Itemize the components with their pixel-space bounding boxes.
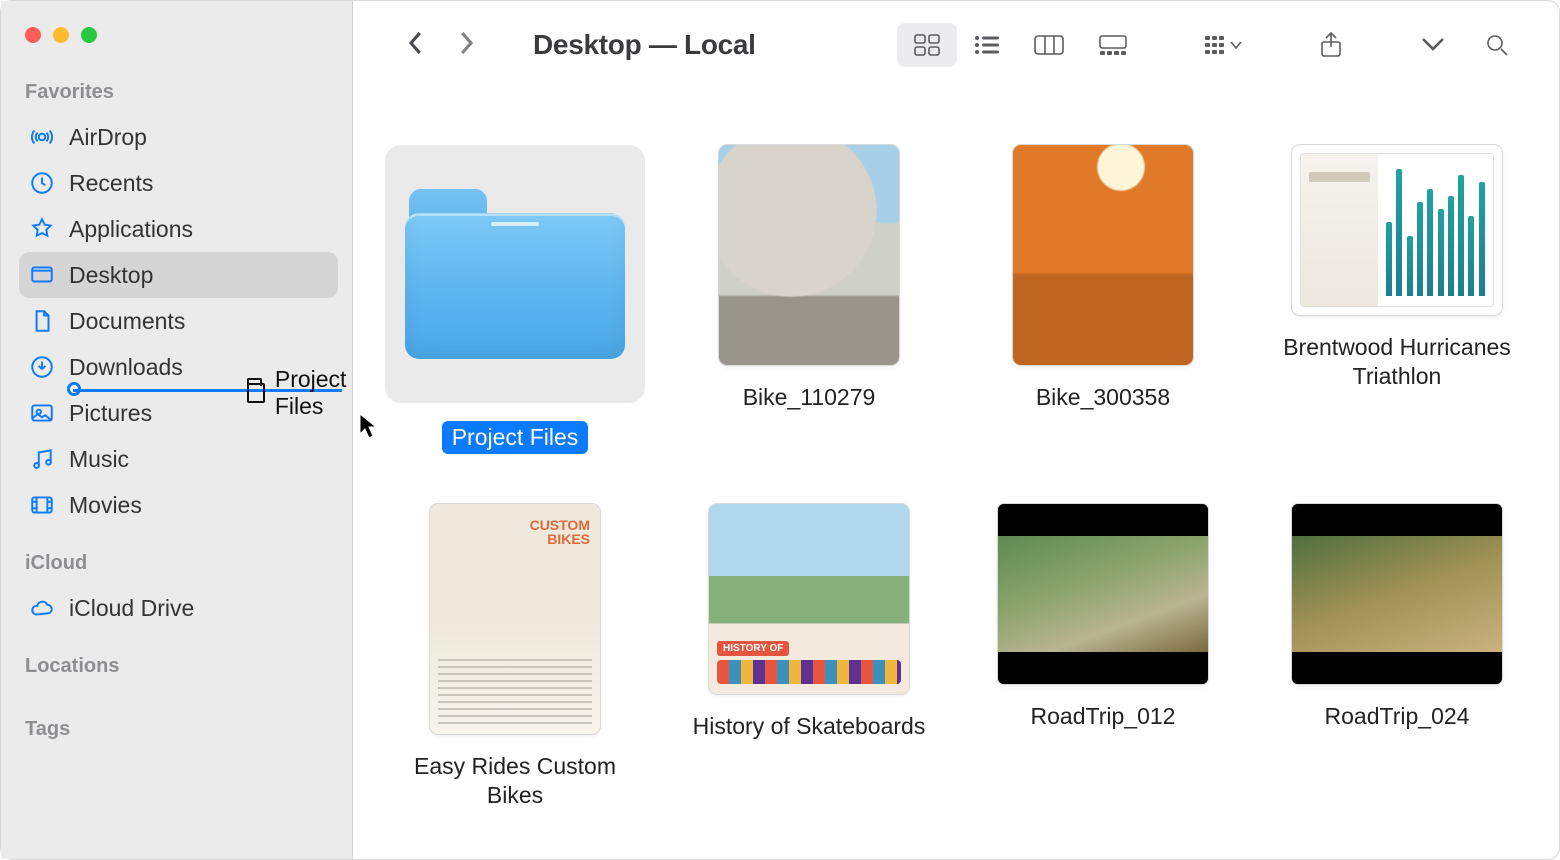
sidebar-item-label: Documents xyxy=(69,308,328,335)
list-view-button[interactable] xyxy=(957,23,1017,67)
gallery-view-button[interactable] xyxy=(1081,23,1145,67)
icon-view-button[interactable] xyxy=(897,23,957,67)
desktop-icon xyxy=(29,262,55,288)
chart-preview xyxy=(1378,154,1493,306)
maximize-window-button[interactable] xyxy=(81,27,97,43)
file-name: Bike_110279 xyxy=(743,383,876,412)
sidebar-section-locations: Locations xyxy=(19,651,338,688)
main-area: Desktop — Local xyxy=(353,1,1559,859)
sidebar-item-documents[interactable]: Documents xyxy=(19,298,338,344)
applications-icon xyxy=(29,216,55,242)
forward-button[interactable] xyxy=(455,28,477,63)
view-mode-group xyxy=(897,23,1145,67)
image-thumbnail xyxy=(719,145,899,365)
file-item-video[interactable]: RoadTrip_024 xyxy=(1265,504,1529,810)
sidebar-section-icloud: iCloud xyxy=(19,548,338,585)
file-item-image[interactable]: Bike_300358 xyxy=(971,145,1235,454)
sidebar-item-movies[interactable]: Movies xyxy=(19,482,338,528)
file-name: RoadTrip_012 xyxy=(1031,702,1176,731)
search-button[interactable] xyxy=(1467,23,1527,67)
sidebar-item-label: Applications xyxy=(69,216,328,243)
file-item-document[interactable]: Easy Rides Custom Bikes xyxy=(383,504,647,810)
music-icon xyxy=(29,446,55,472)
file-item-folder[interactable]: Project Files xyxy=(383,145,647,454)
sidebar-item-recents[interactable]: Recents xyxy=(19,160,338,206)
sidebar-section-favorites: Favorites xyxy=(19,77,338,114)
file-name: Easy Rides Custom Bikes xyxy=(395,752,635,810)
drag-ghost-label: Project Files xyxy=(275,366,355,420)
cloud-icon xyxy=(29,595,55,621)
navigation-buttons xyxy=(405,28,477,63)
sidebar-section-tags: Tags xyxy=(19,714,338,751)
sidebar-item-desktop[interactable]: Desktop xyxy=(19,252,338,298)
cursor-icon xyxy=(358,412,380,440)
sidebar-item-label: Recents xyxy=(69,170,328,197)
file-item-video[interactable]: RoadTrip_012 xyxy=(971,504,1235,810)
sidebar-item-icloud-drive[interactable]: iCloud Drive xyxy=(19,585,338,631)
file-item-image[interactable]: Bike_110279 xyxy=(677,145,941,454)
airdrop-icon xyxy=(29,124,55,150)
group-by-button[interactable] xyxy=(1187,23,1259,67)
toolbar-overflow-button[interactable] xyxy=(1403,23,1463,67)
file-grid: Project Files Bike_110279 Bike_300358 xyxy=(383,145,1529,809)
sidebar-item-label: iCloud Drive xyxy=(69,595,328,622)
document-thumbnail xyxy=(1292,145,1502,315)
sidebar-item-label: Movies xyxy=(69,492,328,519)
drag-ghost: Project Files xyxy=(247,366,355,420)
file-name: History of Skateboards xyxy=(693,712,926,741)
sidebar-item-applications[interactable]: Applications xyxy=(19,206,338,252)
file-name: RoadTrip_024 xyxy=(1325,702,1470,731)
document-thumbnail xyxy=(430,504,600,734)
column-view-button[interactable] xyxy=(1017,23,1081,67)
file-item-document[interactable]: History of Skateboards xyxy=(677,504,941,810)
sidebar: Favorites AirDrop Recents Applications D… xyxy=(1,1,353,859)
toolbar: Desktop — Local xyxy=(353,1,1559,89)
sidebar-item-label: AirDrop xyxy=(69,124,328,151)
document-thumbnail xyxy=(709,504,909,694)
sidebar-item-music[interactable]: Music xyxy=(19,436,338,482)
video-thumbnail xyxy=(1292,504,1502,684)
clock-icon xyxy=(29,170,55,196)
window-title: Desktop — Local xyxy=(533,29,756,61)
file-item-document[interactable]: Brentwood Hurricanes Triathlon xyxy=(1265,145,1529,454)
back-button[interactable] xyxy=(405,28,427,63)
file-name: Brentwood Hurricanes Triathlon xyxy=(1277,333,1517,391)
file-name: Bike_300358 xyxy=(1036,383,1170,412)
minimize-window-button[interactable] xyxy=(53,27,69,43)
share-button[interactable] xyxy=(1301,23,1361,67)
video-thumbnail xyxy=(998,504,1208,684)
file-name[interactable]: Project Files xyxy=(442,421,589,454)
download-icon xyxy=(29,354,55,380)
picture-icon xyxy=(29,400,55,426)
folder-thumbnail xyxy=(385,145,645,403)
window-controls xyxy=(19,23,338,77)
close-window-button[interactable] xyxy=(25,27,41,43)
document-icon xyxy=(29,308,55,334)
sidebar-item-label: Music xyxy=(69,446,328,473)
movie-icon xyxy=(29,492,55,518)
content-area[interactable]: Project Files Bike_110279 Bike_300358 xyxy=(353,89,1559,859)
folder-icon xyxy=(247,383,265,403)
image-thumbnail xyxy=(1013,145,1193,365)
sidebar-item-label: Desktop xyxy=(69,262,328,289)
sidebar-item-airdrop[interactable]: AirDrop xyxy=(19,114,338,160)
